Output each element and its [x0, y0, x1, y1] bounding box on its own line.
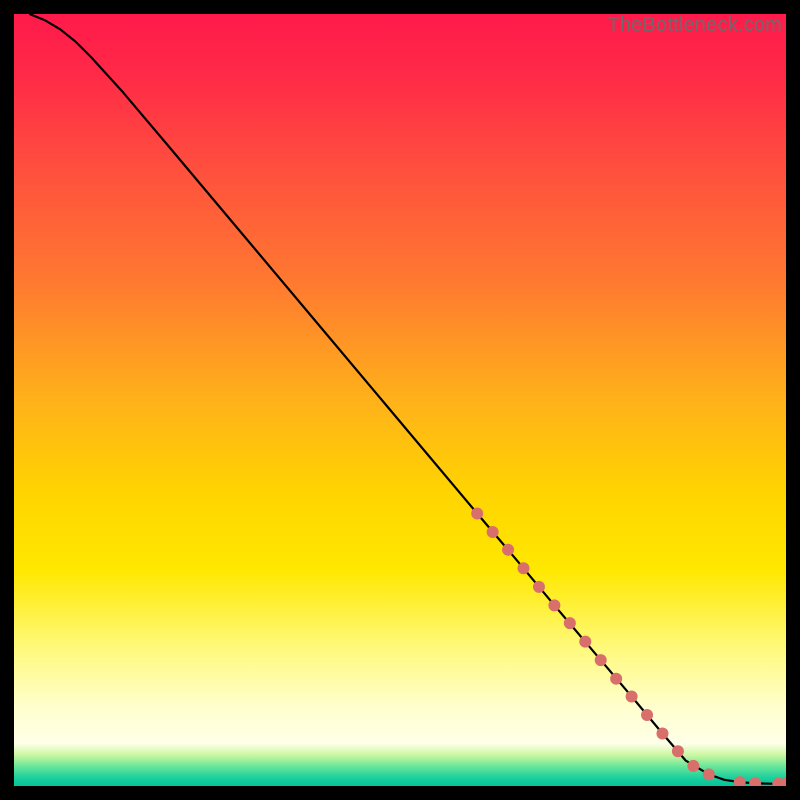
scatter-dot — [656, 728, 668, 740]
scatter-dot — [579, 636, 591, 648]
scatter-dot — [471, 507, 483, 519]
scatter-dot — [610, 673, 622, 685]
scatter-dot — [518, 562, 530, 574]
chart-background — [14, 14, 786, 786]
scatter-dot — [703, 768, 715, 780]
chart-frame: TheBottleneck.com — [14, 14, 786, 786]
scatter-dot — [687, 760, 699, 772]
scatter-dot — [641, 709, 653, 721]
scatter-dot — [487, 526, 499, 538]
scatter-dot — [548, 599, 560, 611]
scatter-dot — [626, 690, 638, 702]
scatter-dot — [564, 617, 576, 629]
scatter-dot — [533, 581, 545, 593]
scatter-dot — [502, 544, 514, 556]
scatter-dot — [672, 745, 684, 757]
chart-svg — [14, 14, 786, 786]
scatter-dot — [595, 654, 607, 666]
watermark-text: TheBottleneck.com — [607, 14, 782, 37]
